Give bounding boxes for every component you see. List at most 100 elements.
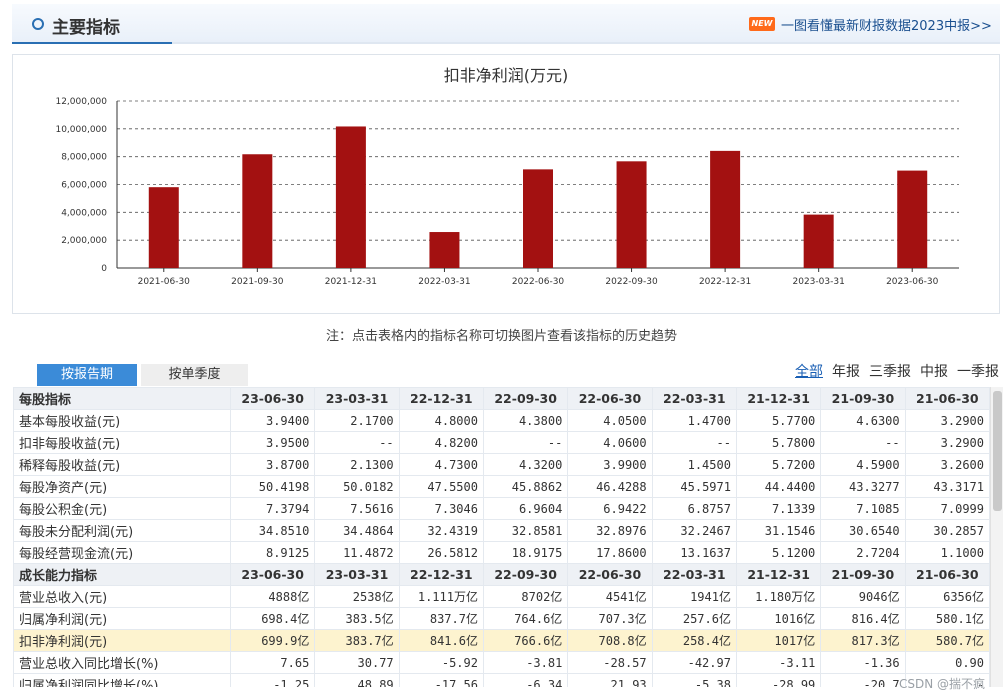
value-cell: 764.6亿 xyxy=(482,607,569,630)
value-cell: 30.2857 xyxy=(904,519,990,542)
period-header-cell: 22-09-30 xyxy=(482,563,569,586)
table-row[interactable]: 每股净资产(元) 50.4198 50.0182 47.5500 45.8862 46.4… xyxy=(13,475,990,498)
table-row[interactable]: 营业总收入(元) 4888亿 2538亿 1.111万亿 8702亿 4541亿 1941亿… xyxy=(13,585,990,608)
table-row[interactable]: 归属净利润同比增长(%) -1.25 48.89 -17.56 -6.34 21.93 -5… xyxy=(13,673,990,687)
table-row[interactable]: 营业总收入同比增长(%) 7.65 30.77 -5.92 -3.81 -28.57 -42… xyxy=(13,651,990,674)
vertical-scrollbar[interactable] xyxy=(990,387,1003,687)
value-cell: 7.1339 xyxy=(735,497,822,520)
value-cell: 817.3亿 xyxy=(820,629,906,652)
bar xyxy=(242,154,273,268)
value-cell: 47.5500 xyxy=(398,475,484,498)
period-header-cell: 21-12-31 xyxy=(735,563,822,586)
header-accent-line xyxy=(12,42,172,44)
y-tick-label: 6,000,000 xyxy=(61,181,107,191)
bar xyxy=(803,214,834,268)
value-cell: 2.1700 xyxy=(314,409,400,432)
value-cell: 7.3794 xyxy=(229,497,316,520)
indicator-name-cell[interactable]: 营业总收入(元) xyxy=(13,585,231,608)
value-cell: -42.97 xyxy=(651,651,737,674)
y-tick-label: 8,000,000 xyxy=(61,153,107,163)
value-cell: 4888亿 xyxy=(229,585,316,608)
indicator-name-cell[interactable]: 稀释每股收益(元) xyxy=(13,453,231,476)
watermark: CSDN @揣不疯 xyxy=(898,677,985,691)
value-cell: -1.36 xyxy=(820,651,906,674)
indicator-name-cell[interactable]: 每股未分配利润(元) xyxy=(13,519,231,542)
bar xyxy=(523,169,553,268)
value-cell: -5.92 xyxy=(398,651,484,674)
latest-report-link[interactable]: 一图看懂最新财报数据2023中报>> xyxy=(781,15,992,34)
filter-q1[interactable]: 一季报 xyxy=(957,364,999,380)
value-cell: 1.1000 xyxy=(904,541,990,564)
table-row[interactable]: 每股未分配利润(元) 34.8510 34.4864 32.4319 32.8581 32… xyxy=(13,519,990,542)
indicator-table-container: 每股指标 23-06-30 23-03-31 22-12-31 22-09-30 22-0… xyxy=(13,387,990,687)
value-cell: 816.4亿 xyxy=(820,607,906,630)
indicator-name-cell[interactable]: 每股经营现金流(元) xyxy=(13,541,231,564)
bar xyxy=(897,170,928,268)
value-cell: 26.5812 xyxy=(398,541,484,564)
table-row[interactable]: 扣非每股收益(元) 3.9500 -- 4.8200 -- 4.0600 -- 5.7800-… xyxy=(13,431,990,454)
tab-by-report-period[interactable]: 按报告期 xyxy=(37,364,137,386)
value-cell: -3.11 xyxy=(735,651,822,674)
table-row[interactable]: 扣非净利润(元) 699.9亿 383.7亿 841.6亿 766.6亿 708.8亿 25… xyxy=(13,629,990,652)
table-row[interactable]: 归属净利润(元) 698.4亿 383.5亿 837.7亿 764.6亿 707.3亿 25… xyxy=(13,607,990,630)
value-cell: -5.38 xyxy=(651,673,737,687)
y-tick-label: 10,000,000 xyxy=(55,125,107,135)
value-cell: 4.6300 xyxy=(820,409,906,432)
page: 主要指标 NEW 一图看懂最新财报数据2023中报>> 扣非净利润(万元) 12,… xyxy=(0,0,1003,700)
indicator-name-cell[interactable]: 归属净利润同比增长(%) xyxy=(13,673,231,687)
value-cell: 50.4198 xyxy=(229,475,316,498)
value-cell: 3.2900 xyxy=(904,409,990,432)
indicator-name-cell[interactable]: 基本每股收益(元) xyxy=(13,409,231,432)
value-cell: 1.4500 xyxy=(651,453,737,476)
filter-annual[interactable]: 年报 xyxy=(832,364,860,380)
indicator-name-cell[interactable]: 扣非每股收益(元) xyxy=(13,431,231,454)
value-cell: 5.1200 xyxy=(735,541,822,564)
table-row[interactable]: 每股公积金(元) 7.3794 7.5616 7.3046 6.9604 6.9422 6.… xyxy=(13,497,990,520)
value-cell: 34.4864 xyxy=(314,519,400,542)
value-cell: 17.8600 xyxy=(567,541,653,564)
table-row[interactable]: 稀释每股收益(元) 3.8700 2.1300 4.7300 4.3200 3.9900 1… xyxy=(13,453,990,476)
period-header-cell: 23-06-30 xyxy=(229,563,316,586)
filter-q3[interactable]: 三季报 xyxy=(869,364,911,380)
value-cell: -3.81 xyxy=(482,651,569,674)
value-cell: 30.6540 xyxy=(820,519,906,542)
value-cell: 4.7300 xyxy=(398,453,484,476)
table-row[interactable]: 基本每股收益(元) 3.9400 2.1700 4.8000 4.3800 4.0500 1… xyxy=(13,409,990,432)
period-header-cell: 21-09-30 xyxy=(820,387,906,410)
x-tick-label: 2022-03-31 xyxy=(418,277,470,287)
indicator-name-cell[interactable]: 每股公积金(元) xyxy=(13,497,231,520)
value-cell: -1.25 xyxy=(229,673,316,687)
value-cell: 3.9500 xyxy=(229,431,316,454)
section-title-cell: 每股指标 xyxy=(13,387,231,410)
section-header-row: 成长能力指标 23-06-30 23-03-31 22-12-31 22-09-30 22… xyxy=(13,563,990,586)
value-cell: 4541亿 xyxy=(567,585,653,608)
bar xyxy=(335,126,366,268)
value-cell: 3.2600 xyxy=(904,453,990,476)
value-cell: 258.4亿 xyxy=(651,629,737,652)
filter-all[interactable]: 全部 xyxy=(795,364,823,380)
period-header-cell: 22-09-30 xyxy=(482,387,569,410)
value-cell: 383.7亿 xyxy=(314,629,400,652)
indicator-name-cell[interactable]: 营业总收入同比增长(%) xyxy=(13,651,231,674)
indicator-name-cell[interactable]: 归属净利润(元) xyxy=(13,607,231,630)
period-header-cell: 23-03-31 xyxy=(314,387,400,410)
value-cell: 7.65 xyxy=(229,651,316,674)
period-header-cell: 21-12-31 xyxy=(735,387,822,410)
value-cell: 43.3171 xyxy=(904,475,990,498)
value-cell: 4.0500 xyxy=(567,409,653,432)
filter-mid[interactable]: 中报 xyxy=(920,364,948,380)
value-cell: 4.8200 xyxy=(398,431,484,454)
x-tick-label: 2022-12-31 xyxy=(699,277,751,287)
value-cell: 2.7204 xyxy=(820,541,906,564)
scrollbar-thumb[interactable] xyxy=(993,391,1002,511)
value-cell: 32.2467 xyxy=(651,519,737,542)
bar xyxy=(429,232,460,268)
period-header-cell: 22-12-31 xyxy=(398,563,484,586)
chart-title: 扣非净利润(万元) xyxy=(444,66,569,85)
table-row[interactable]: 每股经营现金流(元) 8.9125 11.4872 26.5812 18.9175 17.… xyxy=(13,541,990,564)
indicator-name-cell[interactable]: 每股净资产(元) xyxy=(13,475,231,498)
x-tick-label: 2021-12-31 xyxy=(325,277,377,287)
tab-by-single-quarter[interactable]: 按单季度 xyxy=(141,364,248,386)
value-cell: 7.5616 xyxy=(314,497,400,520)
indicator-name-cell[interactable]: 扣非净利润(元) xyxy=(13,629,231,652)
